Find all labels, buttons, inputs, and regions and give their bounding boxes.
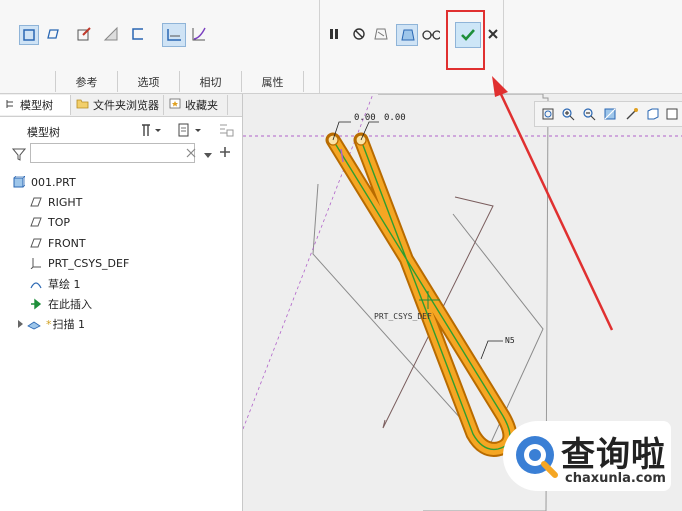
sweep-body xyxy=(327,134,516,455)
sketch-icon xyxy=(29,277,43,291)
ribbon-tabs: 参考 选项 相切 属性 xyxy=(55,71,304,93)
trim-label: N5 xyxy=(505,336,515,345)
tree-item-part[interactable]: 001.PRT xyxy=(12,173,76,191)
tab-favorites[interactable]: 收藏夹 xyxy=(163,95,228,115)
favorites-icon xyxy=(169,98,181,112)
ribbon: 参考 选项 相切 属性 xyxy=(0,0,682,94)
tree-item-insert-here[interactable]: 在此插入 xyxy=(29,295,92,313)
tree-settings-icon[interactable] xyxy=(140,122,164,141)
tree-item-label: PRT_CSYS_DEF xyxy=(48,256,130,270)
tree-item-label: TOP xyxy=(48,215,71,229)
dimension-leader xyxy=(480,340,503,360)
datum-plane-icon xyxy=(29,215,43,229)
view-manager-icon[interactable] xyxy=(663,105,681,123)
add-icon[interactable] xyxy=(219,146,231,161)
stop-icon[interactable] xyxy=(350,25,368,43)
repaint-icon[interactable] xyxy=(601,105,619,123)
watermark-logo: 查询啦 chaxunla.com xyxy=(503,421,671,491)
insert-arrow-icon xyxy=(29,297,43,311)
tree-item-label: FRONT xyxy=(48,236,86,250)
tree-item-csys[interactable]: PRT_CSYS_DEF xyxy=(29,254,129,272)
part-icon xyxy=(12,175,26,189)
tab-model-tree[interactable]: 模型树 xyxy=(0,95,71,115)
panel-tabs: 模型树 文件夹浏览器 收藏夹 xyxy=(0,94,242,117)
preview-off-icon[interactable] xyxy=(372,25,390,43)
search-dropdown-icon[interactable] xyxy=(204,149,212,162)
cancel-icon[interactable] xyxy=(484,25,502,43)
tree-item-label: 在此插入 xyxy=(48,298,92,311)
display-style-icon[interactable] xyxy=(623,105,641,123)
tree-columns-icon[interactable] xyxy=(177,122,205,141)
folder-icon xyxy=(76,98,89,112)
confirm-check-icon[interactable] xyxy=(455,22,481,48)
tab-model-tree-label: 模型树 xyxy=(20,99,53,112)
search-input[interactable] xyxy=(30,143,195,163)
surface-icon[interactable] xyxy=(44,25,62,43)
saved-views-icon[interactable] xyxy=(644,105,662,123)
pause-icon[interactable] xyxy=(325,25,343,43)
dimension-label-2[interactable]: 0.00 xyxy=(384,113,406,123)
watermark-cn: 查询啦 xyxy=(561,435,666,475)
tree-item-label: 草绘 1 xyxy=(48,278,81,291)
tab-properties[interactable]: 属性 xyxy=(241,71,304,92)
solid-icon[interactable] xyxy=(19,25,39,45)
tab-options[interactable]: 选项 xyxy=(117,71,179,92)
tree-item-label: RIGHT xyxy=(48,195,83,209)
expand-arrow-icon[interactable] xyxy=(17,318,24,331)
tree-item-top[interactable]: TOP xyxy=(29,213,70,231)
new-feature-star-icon: * xyxy=(46,317,52,331)
tab-folder-browser[interactable]: 文件夹浏览器 xyxy=(70,95,164,115)
edit-icon[interactable] xyxy=(75,25,93,43)
tab-tangency[interactable]: 相切 xyxy=(179,71,241,92)
csys-label: PRT_CSYS_DEF xyxy=(374,312,432,321)
filter-funnel-icon[interactable] xyxy=(11,147,27,164)
panel-title: 模型树 xyxy=(27,126,60,139)
view-toolbar xyxy=(534,101,682,127)
clear-search-icon[interactable] xyxy=(186,147,196,161)
zoom-in-icon[interactable] xyxy=(559,105,577,123)
tree-item-sketch[interactable]: 草绘 1 xyxy=(29,275,81,293)
tree-item-label: 001.PRT xyxy=(31,175,76,189)
datum-axis-line xyxy=(243,94,374,430)
tree-item-right[interactable]: RIGHT xyxy=(29,193,82,211)
sweep-icon xyxy=(27,317,41,331)
tab-favorites-label: 收藏夹 xyxy=(185,99,218,112)
verify-icon[interactable] xyxy=(422,25,440,43)
remove-material-icon[interactable] xyxy=(102,25,120,43)
zoom-out-icon[interactable] xyxy=(580,105,598,123)
dimension-label-1[interactable]: 0.00 xyxy=(354,113,376,123)
tree-item-sweep[interactable]: * 扫描 1 xyxy=(17,315,85,333)
tab-folder-browser-label: 文件夹浏览器 xyxy=(93,99,159,112)
datum-plane-icon xyxy=(29,236,43,250)
model-tree-icon xyxy=(6,99,16,112)
tab-references[interactable]: 参考 xyxy=(55,71,117,92)
csys-icon xyxy=(29,256,43,270)
datum-plane-icon xyxy=(29,195,43,209)
refit-icon[interactable] xyxy=(539,105,557,123)
tree-item-front[interactable]: FRONT xyxy=(29,234,86,252)
watermark-url: chaxunla.com xyxy=(565,471,666,486)
variable-section-icon[interactable] xyxy=(190,25,208,43)
constant-section-icon[interactable] xyxy=(162,23,186,47)
thicken-icon[interactable] xyxy=(129,25,147,43)
tree-filter-icon[interactable] xyxy=(218,122,234,141)
tree-item-label: 扫描 1 xyxy=(52,318,86,331)
search-logo-icon xyxy=(516,436,558,478)
model-tree-panel: 模型树 文件夹浏览器 收藏夹 模型树 001.PRT RIGHT TOP FRO… xyxy=(0,94,243,511)
preview-on-icon[interactable] xyxy=(396,24,418,46)
